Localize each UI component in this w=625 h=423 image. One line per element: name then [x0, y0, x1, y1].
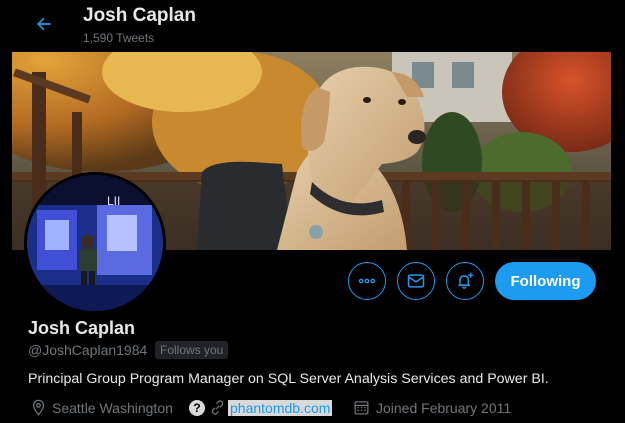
header-tweet-count: 1,590 Tweets [83, 31, 155, 45]
location-text: Seattle Washington [52, 399, 173, 416]
question-icon: ? [189, 399, 205, 416]
profile-website[interactable]: ? phantomdb.com [189, 399, 333, 416]
profile-bio: Principal Group Program Manager on SQL S… [28, 371, 549, 387]
profile-name: Josh Caplan [28, 318, 136, 338]
back-button[interactable] [30, 10, 58, 38]
svg-text:LII: LII [107, 194, 120, 208]
map-pin-icon [32, 399, 45, 416]
link-icon [211, 400, 224, 415]
profile-avatar[interactable]: LII [24, 172, 166, 314]
calendar-icon [354, 401, 369, 415]
profile-joined-date: Joined February 2011 [353, 399, 511, 416]
arrow-left-icon [37, 17, 51, 31]
message-button[interactable] [397, 262, 435, 300]
profile-header-bar: Josh Caplan 1,590 Tweets [0, 0, 625, 52]
notifications-button[interactable] [446, 262, 484, 300]
following-button[interactable]: Following [495, 262, 596, 300]
website-link[interactable]: phantomdb.com [228, 399, 333, 416]
follows-you-badge: Follows you [155, 341, 229, 359]
more-horizontal-icon [358, 278, 376, 284]
envelope-icon [407, 274, 425, 288]
joined-text: Joined February 2011 [376, 399, 512, 416]
profile-location: Seattle Washington [30, 399, 173, 416]
header-profile-name: Josh Caplan [83, 5, 196, 26]
profile-handle: @JoshCaplan1984 [28, 342, 148, 358]
more-options-button[interactable] [348, 262, 386, 300]
bell-plus-icon [458, 272, 474, 289]
